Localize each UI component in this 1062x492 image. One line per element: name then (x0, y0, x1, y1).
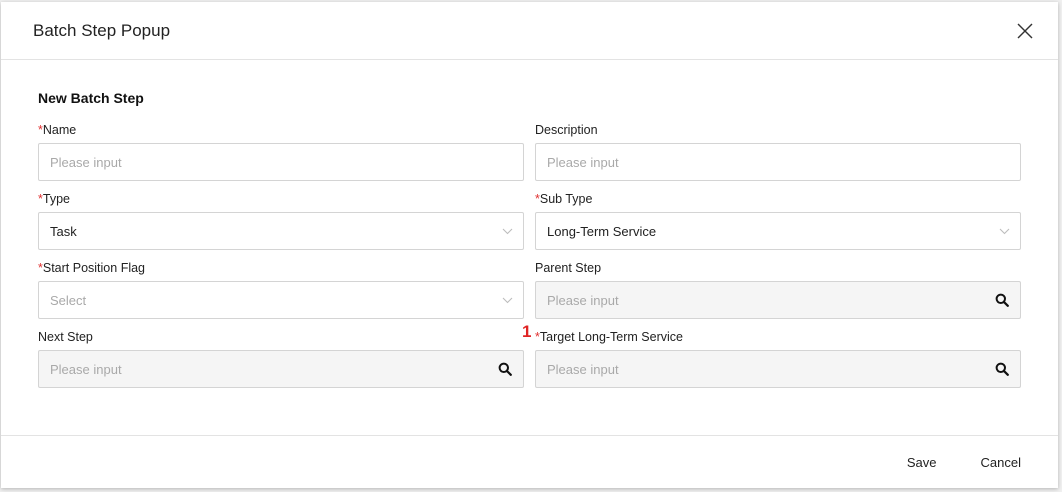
start-position-flag-select[interactable]: Select (38, 281, 524, 319)
description-input[interactable]: Please input (535, 143, 1021, 181)
next-step-input[interactable]: Please input (38, 350, 524, 388)
next-step-label: Next Step (38, 330, 93, 344)
target-long-term-service-input[interactable]: Please input (535, 350, 1021, 388)
modal-title: Batch Step Popup (33, 20, 171, 40)
name-field-group: *Name Please input (38, 122, 524, 181)
form-grid: *Name Please input Description Please in… (38, 122, 1022, 388)
search-icon[interactable] (497, 361, 513, 377)
name-input[interactable]: Please input (38, 143, 524, 181)
target-long-term-service-placeholder: Please input (547, 361, 619, 377)
modal-header: Batch Step Popup (1, 2, 1058, 60)
section-title: New Batch Step (38, 90, 144, 106)
sub-type-label: *Sub Type (535, 192, 593, 206)
description-label: Description (535, 123, 598, 137)
start-position-flag-placeholder: Select (50, 292, 87, 308)
parent-step-field-group: Parent Step Please input (535, 260, 1021, 319)
parent-step-label: Parent Step (535, 261, 602, 275)
modal-body: New Batch Step *Name Please input Descri… (1, 60, 1058, 388)
description-placeholder: Please input (547, 154, 619, 170)
parent-step-placeholder: Please input (547, 292, 619, 308)
start-position-flag-field-group: *Start Position Flag Select (38, 260, 524, 319)
type-value: Task (50, 223, 77, 239)
sub-type-select[interactable]: Long-Term Service (535, 212, 1021, 250)
close-icon (1017, 23, 1033, 38)
description-field-group: Description Please input (535, 122, 1021, 181)
sub-type-value: Long-Term Service (547, 223, 657, 239)
modal-footer: Save Cancel (1, 435, 1058, 488)
batch-step-modal: Batch Step Popup New Batch Step *Name Pl… (1, 2, 1058, 488)
save-button[interactable]: Save (907, 455, 937, 470)
chevron-down-icon (998, 225, 1010, 237)
target-long-term-service-field-group: 1 *Target Long-Term Service Please input (522, 322, 1021, 388)
chevron-down-icon (501, 225, 513, 237)
cancel-button[interactable]: Cancel (981, 455, 1021, 470)
next-step-placeholder: Please input (50, 361, 122, 377)
name-label: *Name (38, 123, 77, 137)
search-icon[interactable] (994, 292, 1010, 308)
start-position-flag-label: *Start Position Flag (38, 261, 146, 275)
close-button[interactable] (1014, 20, 1036, 42)
target-long-term-service-label: 1 *Target Long-Term Service (522, 322, 683, 344)
sub-type-field-group: *Sub Type Long-Term Service (535, 191, 1021, 250)
annotation-marker: 1 (522, 322, 532, 341)
type-select[interactable]: Task (38, 212, 524, 250)
type-label: *Type (38, 192, 70, 206)
parent-step-input[interactable]: Please input (535, 281, 1021, 319)
next-step-field-group: Next Step Please input (38, 329, 524, 388)
type-field-group: *Type Task (38, 191, 524, 250)
chevron-down-icon (501, 294, 513, 306)
name-placeholder: Please input (50, 154, 122, 170)
search-icon[interactable] (994, 361, 1010, 377)
